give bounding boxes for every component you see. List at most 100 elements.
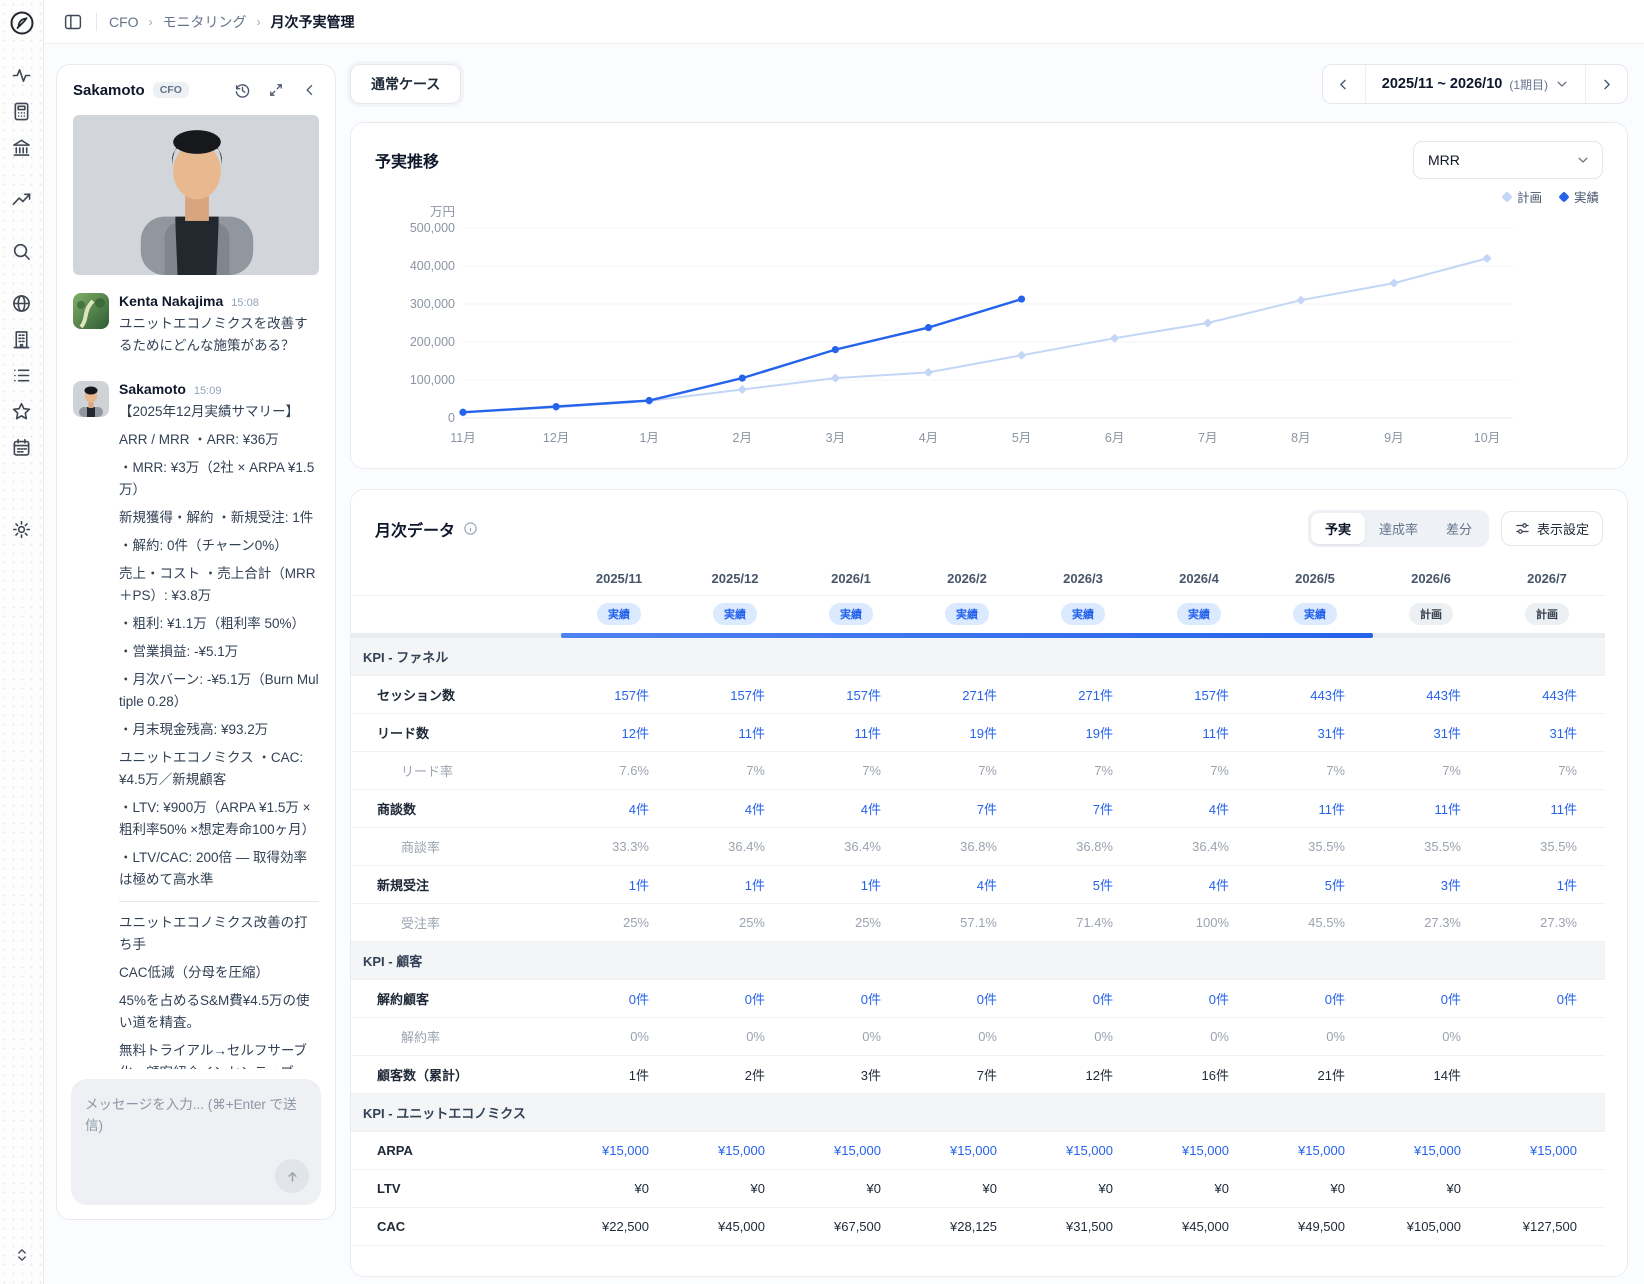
table-cell[interactable]: 11件 xyxy=(1489,799,1605,818)
table-cell[interactable]: 443件 xyxy=(1489,685,1605,704)
table-cell[interactable]: 271件 xyxy=(1025,685,1141,704)
agent-role-badge: CFO xyxy=(153,82,189,98)
table-cell[interactable]: ¥15,000 xyxy=(1141,1143,1257,1158)
collapse-panel-chevron-icon[interactable] xyxy=(297,77,323,103)
table-cell[interactable]: 157件 xyxy=(1141,685,1257,704)
history-icon[interactable] xyxy=(229,77,255,103)
table-cell[interactable]: ¥15,000 xyxy=(677,1143,793,1158)
table-cell[interactable]: 0件 xyxy=(909,989,1025,1008)
bank-icon[interactable] xyxy=(5,130,39,164)
table-cell[interactable]: ¥15,000 xyxy=(1025,1143,1141,1158)
breadcrumb-item[interactable]: モニタリング xyxy=(163,12,247,32)
table-cell: 7% xyxy=(1025,763,1141,778)
table-cell[interactable]: 4件 xyxy=(677,799,793,818)
tab-差分[interactable]: 差分 xyxy=(1432,513,1486,544)
table-cell[interactable]: 4件 xyxy=(1141,799,1257,818)
breadcrumb-item[interactable]: CFO xyxy=(109,14,139,30)
table-cell[interactable]: 0件 xyxy=(793,989,909,1008)
tab-予実[interactable]: 予実 xyxy=(1311,513,1365,544)
svg-text:1月: 1月 xyxy=(639,431,658,445)
table-cell[interactable]: 1件 xyxy=(677,875,793,894)
next-period-button[interactable] xyxy=(1585,65,1627,103)
table-cell[interactable]: 7件 xyxy=(1025,799,1141,818)
message-text: ARR / MRR ・ARR: ¥36万 xyxy=(119,429,319,451)
panel-toggle-icon[interactable] xyxy=(58,7,88,37)
message-time: 15:08 xyxy=(231,297,259,309)
legend-item-実績[interactable]: 実績 xyxy=(1560,187,1599,206)
app-logo-icon[interactable] xyxy=(9,10,35,36)
message-meta: Kenta Nakajima 15:08 xyxy=(119,293,319,309)
expand-icon[interactable] xyxy=(263,77,289,103)
table-cell: 36.8% xyxy=(909,839,1025,854)
table-cell[interactable]: 11件 xyxy=(1373,799,1489,818)
activity-icon[interactable] xyxy=(5,58,39,92)
table-cell[interactable]: 31件 xyxy=(1257,723,1373,742)
table-cell[interactable]: 12件 xyxy=(561,723,677,742)
table-cell[interactable]: 0件 xyxy=(1257,989,1373,1008)
table-cell: 3件 xyxy=(793,1065,909,1084)
table-cell[interactable]: 11件 xyxy=(1141,723,1257,742)
search-icon[interactable] xyxy=(5,234,39,268)
period-dropdown[interactable]: 2025/11 ~ 2026/10 (1期目) xyxy=(1365,65,1585,103)
display-settings-button[interactable]: 表示設定 xyxy=(1501,511,1603,546)
table-cell[interactable]: 1件 xyxy=(1489,875,1605,894)
table-cell[interactable]: 4件 xyxy=(793,799,909,818)
table-cell[interactable]: 443件 xyxy=(1257,685,1373,704)
table-cell[interactable]: 5件 xyxy=(1025,875,1141,894)
calculator-icon[interactable] xyxy=(5,94,39,128)
table-cell[interactable]: 443件 xyxy=(1373,685,1489,704)
table-cell[interactable]: 11件 xyxy=(677,723,793,742)
table-cell[interactable]: ¥15,000 xyxy=(1489,1143,1605,1158)
table-cell[interactable]: 157件 xyxy=(677,685,793,704)
trending-up-icon[interactable] xyxy=(5,182,39,216)
info-icon[interactable] xyxy=(463,521,478,536)
table-cell[interactable]: ¥15,000 xyxy=(1257,1143,1373,1158)
table-cell[interactable]: ¥15,000 xyxy=(909,1143,1025,1158)
table-cell[interactable]: ¥15,000 xyxy=(561,1143,677,1158)
table-cell[interactable]: 4件 xyxy=(561,799,677,818)
table-cell[interactable]: 4件 xyxy=(1141,875,1257,894)
list-icon[interactable] xyxy=(5,358,39,392)
table-cell[interactable]: 157件 xyxy=(561,685,677,704)
table-cell[interactable]: ¥15,000 xyxy=(793,1143,909,1158)
star-icon[interactable] xyxy=(5,394,39,428)
table-cell[interactable]: 271件 xyxy=(909,685,1025,704)
collapse-chevrons-icon[interactable] xyxy=(5,1238,39,1272)
table-cell[interactable]: 0件 xyxy=(561,989,677,1008)
send-button[interactable] xyxy=(275,1159,309,1193)
table-cell[interactable]: 0件 xyxy=(677,989,793,1008)
table-cell[interactable]: 3件 xyxy=(1373,875,1489,894)
table-cell[interactable]: 0件 xyxy=(1489,989,1605,1008)
message-input[interactable]: メッセージを入力... (⌘+Enter で送信) xyxy=(71,1079,321,1205)
table-cell[interactable]: 19件 xyxy=(1025,723,1141,742)
table-cell[interactable]: 0件 xyxy=(1373,989,1489,1008)
table-cell: 0% xyxy=(793,1029,909,1044)
table-cell[interactable]: 0件 xyxy=(1025,989,1141,1008)
table-cell[interactable]: 11件 xyxy=(1257,799,1373,818)
metric-select[interactable]: MRR xyxy=(1413,141,1603,179)
office-building-icon[interactable] xyxy=(5,322,39,356)
scenario-case-button[interactable]: 通常ケース xyxy=(350,64,461,104)
globe-icon[interactable] xyxy=(5,286,39,320)
settings-gear-icon[interactable] xyxy=(5,512,39,546)
table-cell[interactable]: 157件 xyxy=(793,685,909,704)
status-badge: 実績 xyxy=(1061,603,1105,625)
table-cell[interactable]: 31件 xyxy=(1489,723,1605,742)
table-cell[interactable]: 19件 xyxy=(909,723,1025,742)
message-author: Kenta Nakajima xyxy=(119,293,223,309)
table-cell[interactable]: 11件 xyxy=(793,723,909,742)
table-cell[interactable]: 1件 xyxy=(793,875,909,894)
legend-item-計画[interactable]: 計画 xyxy=(1503,187,1542,206)
table-cell[interactable]: 31件 xyxy=(1373,723,1489,742)
table-cell[interactable]: 1件 xyxy=(561,875,677,894)
table-cell[interactable]: ¥15,000 xyxy=(1373,1143,1489,1158)
progress-fill-actual xyxy=(561,633,1373,638)
prev-period-button[interactable] xyxy=(1323,65,1365,103)
calendar-icon[interactable] xyxy=(5,430,39,464)
table-cell[interactable]: 7件 xyxy=(909,799,1025,818)
table-cell[interactable]: 0件 xyxy=(1141,989,1257,1008)
table-cell: 2件 xyxy=(677,1065,793,1084)
tab-達成率[interactable]: 達成率 xyxy=(1365,513,1432,544)
table-cell[interactable]: 4件 xyxy=(909,875,1025,894)
table-cell[interactable]: 5件 xyxy=(1257,875,1373,894)
